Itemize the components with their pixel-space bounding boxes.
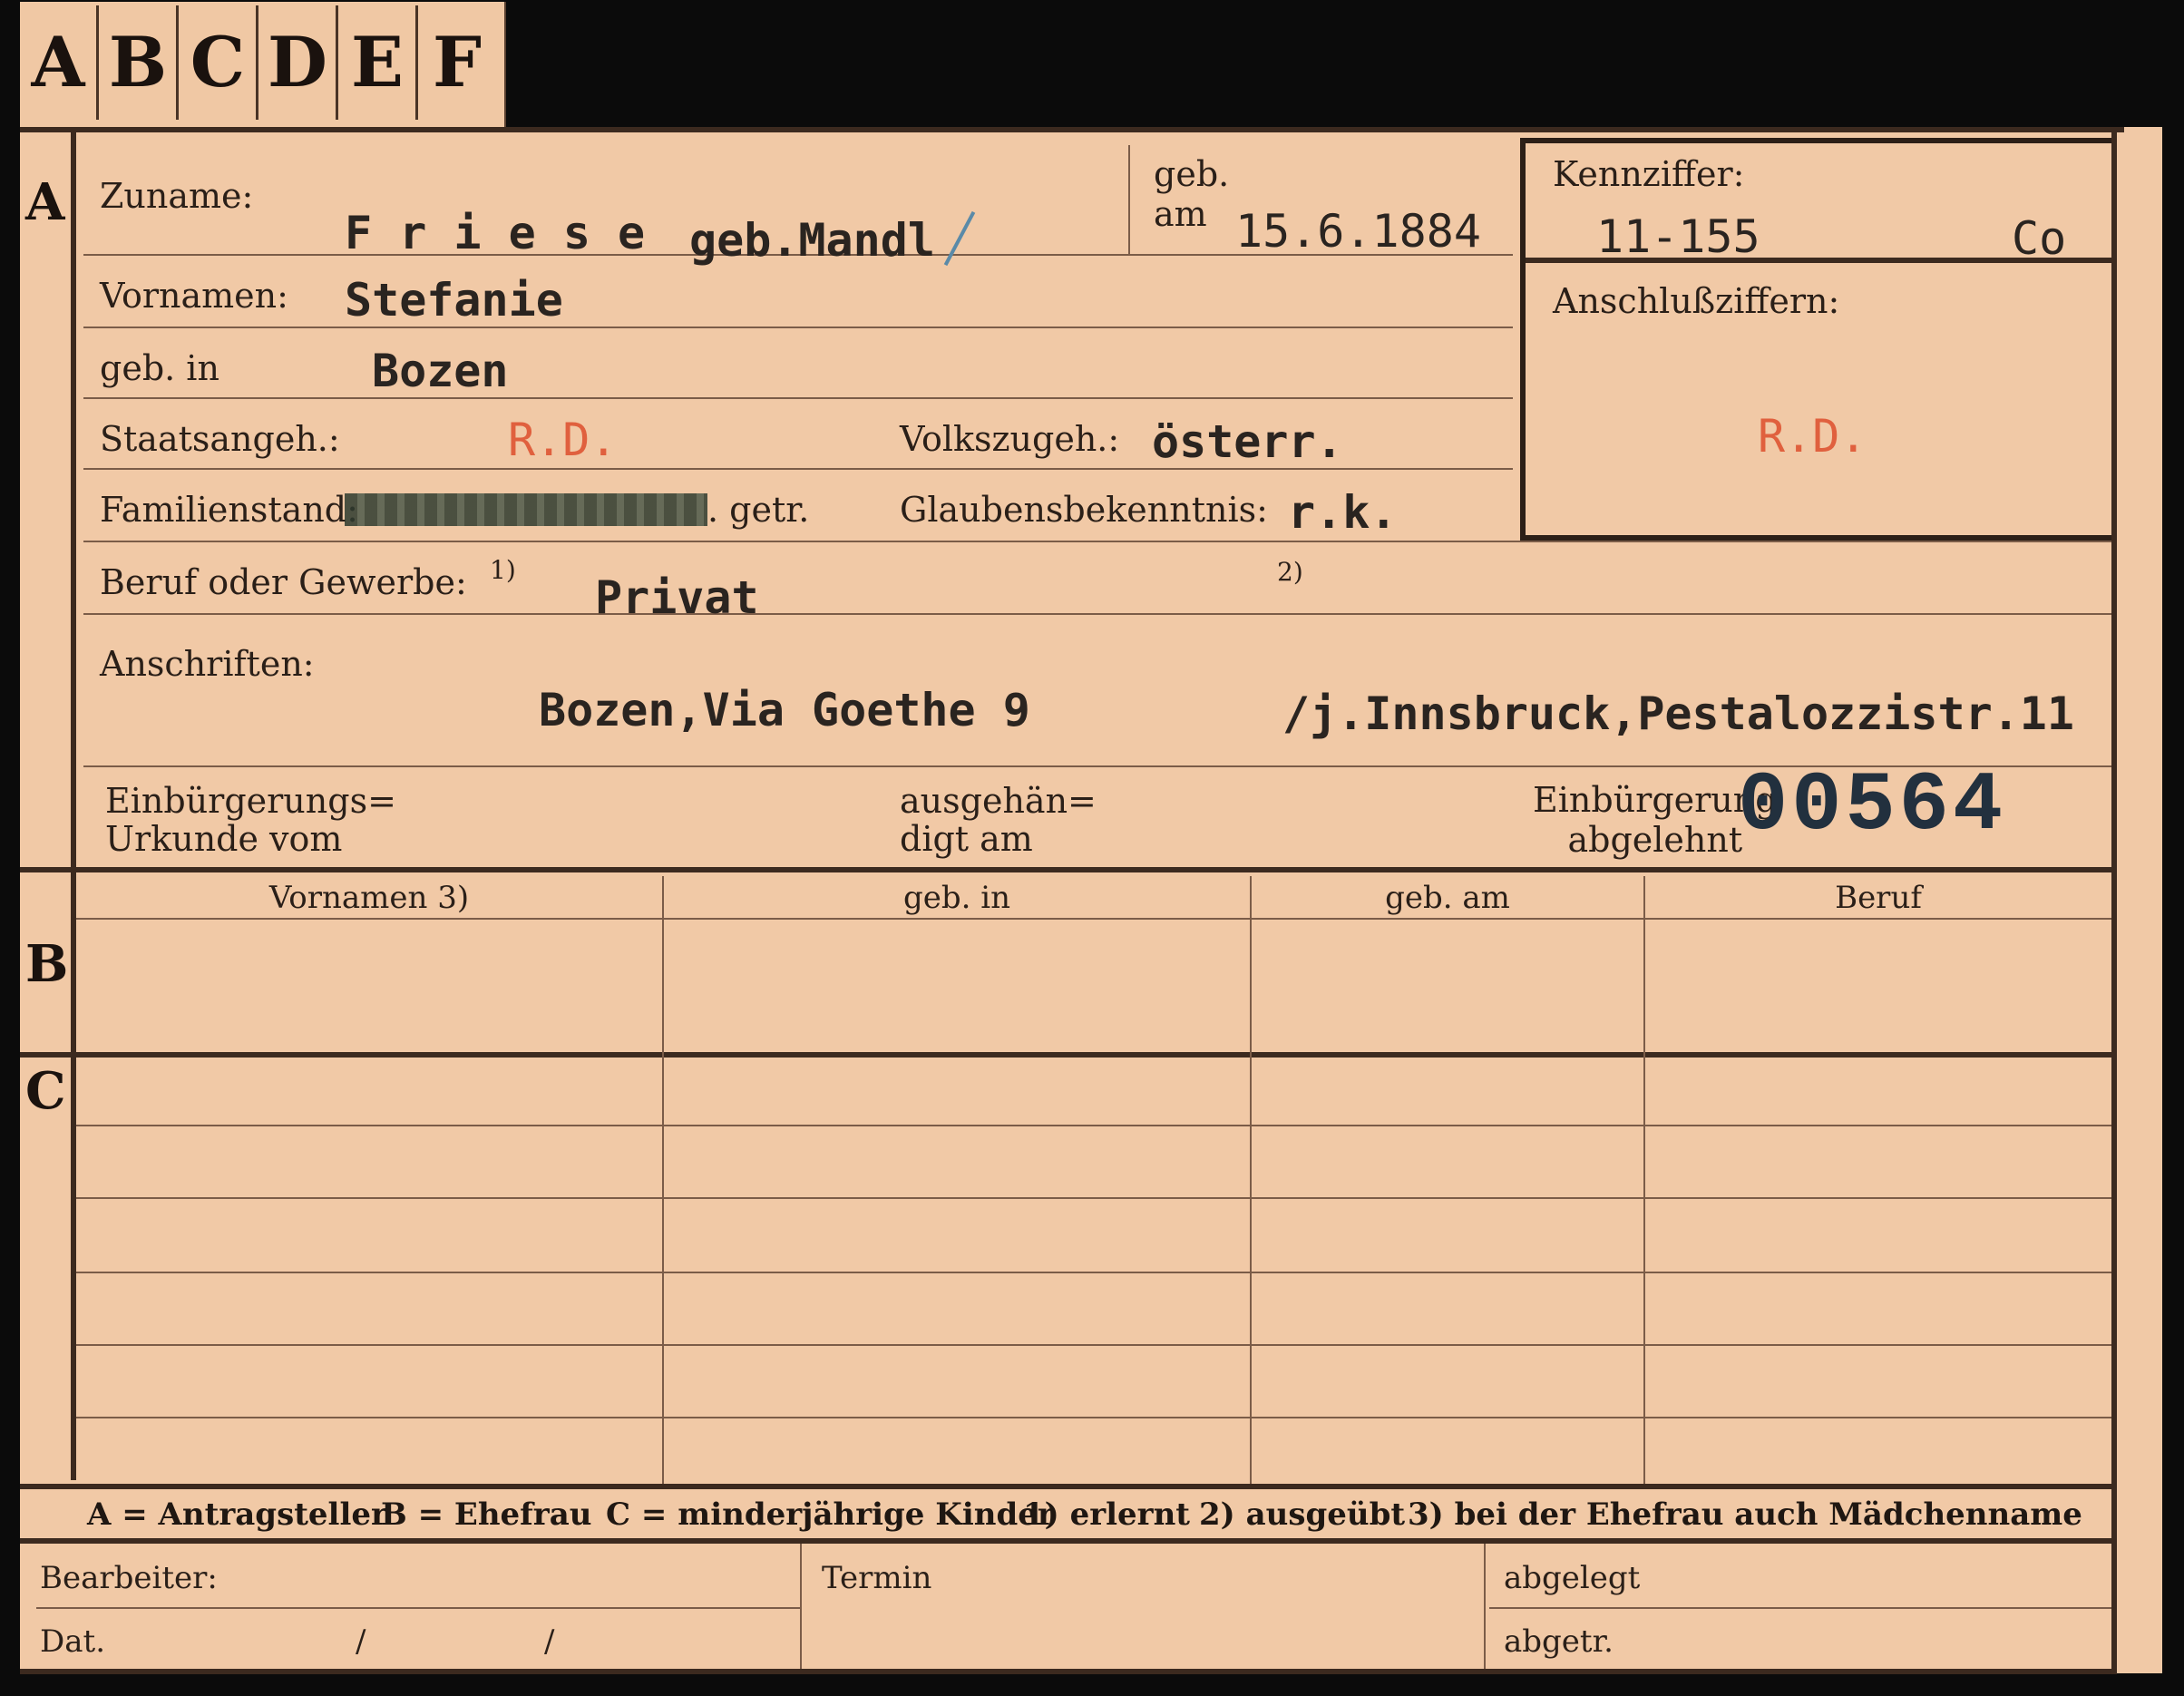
beruf-footnote-1: 1)	[490, 555, 516, 585]
volkszugeh-value: österr.	[1152, 415, 1343, 468]
geb-in-value: Bozen	[372, 345, 509, 397]
familienstand-getr: . getr.	[707, 490, 810, 530]
footer-row-line	[36, 1607, 800, 1609]
geb-am-divider	[1128, 145, 1130, 254]
table-header-line	[76, 918, 2111, 920]
zuname-value: F r i e s e	[345, 207, 646, 259]
kennziffer-box	[1520, 138, 2111, 541]
column-header-geb-am: geb. am	[1385, 880, 1510, 916]
section-b-top-border	[20, 867, 2115, 872]
tab-d[interactable]: D	[259, 5, 338, 120]
row-line	[83, 468, 1513, 470]
legend-top-border	[20, 1484, 2115, 1489]
table-row	[76, 1344, 2111, 1346]
footer-row-line	[1489, 1607, 2111, 1609]
legend-note-2: 2) ausgeübt	[1199, 1496, 1406, 1533]
termin-label: Termin	[822, 1560, 932, 1596]
footer-divider	[800, 1544, 802, 1669]
tab-c[interactable]: C	[180, 5, 258, 120]
row-line	[83, 397, 1513, 399]
card-right-border	[2111, 132, 2117, 1674]
beruf-value: Privat	[595, 571, 759, 624]
card-top-border	[20, 127, 2124, 132]
row-line	[83, 613, 2111, 615]
tab-a[interactable]: A	[20, 5, 99, 120]
legend-bottom-border	[20, 1538, 2115, 1544]
familienstand-label: Familienstand:	[100, 490, 358, 530]
row-line	[83, 541, 2111, 542]
table-row	[76, 1417, 2111, 1418]
card-bottom-border	[20, 1669, 2115, 1674]
legend-note-3: 3) bei der Ehefrau auch Mädchenname	[1408, 1496, 2082, 1533]
dat-slash-1: /	[356, 1623, 366, 1660]
legend-c: C = minderjährige Kinder	[606, 1496, 1054, 1533]
zuname-label: Zuname:	[100, 176, 254, 216]
anschrift-1: Bozen,Via Goethe 9	[539, 684, 1030, 736]
section-a-letter: A	[25, 172, 65, 232]
anschrift-2: /j.Innsbruck,Pestalozzistr.11	[1282, 687, 2074, 740]
column-header-vornamen: Vornamen 3)	[268, 880, 470, 916]
column-header-geb-in: geb. in	[902, 880, 1011, 916]
einbuergerungs-urkunde-label: Einbürgerungs= Urkunde vom	[105, 781, 396, 859]
section-c-top-border	[20, 1052, 2115, 1058]
crossed-out-options	[345, 493, 707, 526]
section-bc-left-border	[71, 872, 76, 1480]
anschriften-label: Anschriften:	[100, 644, 315, 684]
geb-am-value: 15.6.1884	[1235, 205, 1481, 258]
beruf-label: Beruf oder Gewerbe:	[100, 562, 467, 602]
glaubensbekenntnis-label: Glaubensbekenntnis:	[900, 490, 1268, 530]
tab-strip: A B C D E F	[20, 2, 506, 127]
geb-in-label: geb. in	[100, 348, 219, 388]
table-row	[76, 1197, 2111, 1199]
vornamen-value: Stefanie	[345, 274, 563, 327]
row-line	[83, 327, 1513, 328]
staatsangeh-label: Staatsangeh.:	[100, 419, 340, 459]
section-c-letter: C	[25, 1061, 66, 1121]
legend-b: B = Ehefrau	[381, 1496, 592, 1533]
tab-f[interactable]: F	[419, 5, 495, 120]
volkszugeh-label: Volkszugeh.:	[900, 419, 1120, 459]
glaubensbekenntnis-value: r.k.	[1288, 486, 1398, 539]
section-a-left-border	[71, 132, 76, 867]
vornamen-label: Vornamen:	[100, 276, 288, 316]
ausgehaendigt-label: ausgehän= digt am	[900, 781, 1097, 859]
tab-b[interactable]: B	[100, 5, 179, 120]
column-divider	[1250, 876, 1252, 1484]
legend-a: A = Antragsteller	[87, 1496, 387, 1533]
column-divider	[1643, 876, 1645, 1484]
abgelegt-label: abgelegt	[1504, 1560, 1641, 1596]
abgetr-label: abgetr.	[1504, 1623, 1614, 1660]
column-header-beruf: Beruf	[1835, 880, 1922, 916]
kennziffer-label: Kennziffer:	[1553, 154, 1745, 194]
anschlussziffern-value: R.D.	[1758, 410, 1867, 463]
kennziffer-value: 11-155	[1596, 210, 1760, 263]
staatsangeh-value: R.D.	[508, 414, 618, 466]
section-b-letter: B	[25, 934, 69, 994]
column-divider	[662, 876, 664, 1484]
table-row	[76, 1125, 2111, 1126]
beruf-footnote-2: 2)	[1277, 557, 1303, 587]
footer-divider	[1484, 1544, 1486, 1669]
tab-e[interactable]: E	[339, 5, 418, 120]
bearbeiter-label: Bearbeiter:	[40, 1560, 218, 1596]
table-row	[76, 1272, 2111, 1273]
dat-slash-2: /	[544, 1623, 555, 1660]
geb-am-label: geb. am	[1154, 154, 1230, 234]
legend-note-1: 1) erlernt	[1023, 1496, 1191, 1533]
dat-label: Dat.	[40, 1623, 106, 1660]
kennziffer-suffix: Co	[2012, 212, 2067, 265]
stamp-number: 00564	[1738, 758, 2007, 853]
zuname-suffix: geb.Mandl	[689, 214, 935, 267]
anschlussziffern-label: Anschlußziffern:	[1553, 281, 1840, 321]
